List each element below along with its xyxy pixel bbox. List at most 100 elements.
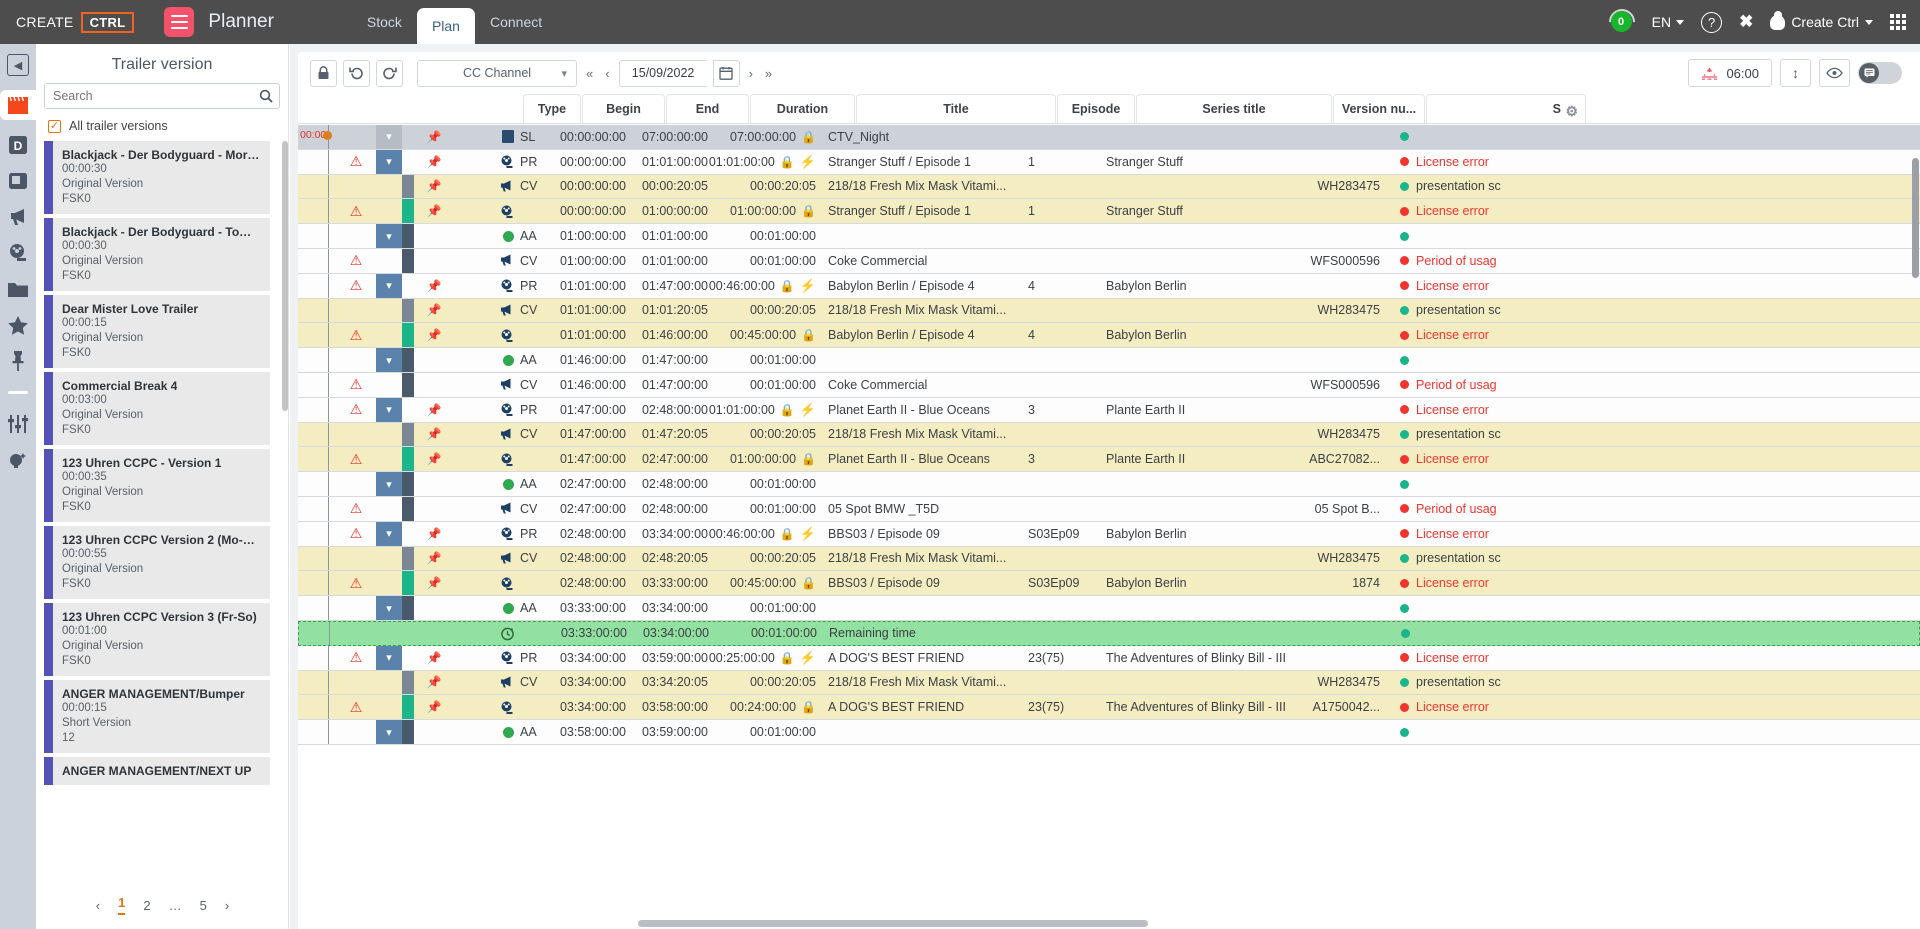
table-body[interactable]: 00:00 ▾ 📌 SL 00:00:00:00 07:00:00:00 07:00:00:… — [298, 125, 1920, 929]
row-warning-icon[interactable]: ⚠ — [336, 323, 376, 347]
channel-select[interactable]: CC Channel ▾ — [417, 59, 577, 87]
trailer-list[interactable]: Blackjack - Der Bodyguard - Morgen 20:15… — [36, 141, 288, 791]
row-expand-toggle[interactable]: ▾ — [376, 397, 402, 422]
table-row[interactable]: ⚠ ▾ 📌 PR 01:01:00:00 01:47:00:00 00:46:00:00 🔒 ⚡… — [298, 273, 1920, 299]
pin-icon[interactable] — [7, 350, 29, 372]
list-item[interactable]: ANGER MANAGEMENT/Bumper 00:00:15 Short Ver… — [44, 680, 270, 753]
table-row[interactable]: ▾ AA 01:46:00:00 01:47:00:00 00:01:00:00 — [298, 348, 1920, 373]
last-page-button[interactable]: » — [762, 66, 775, 81]
column-header-duration[interactable]: Duration — [750, 94, 855, 123]
row-pin-icon[interactable]: 📌 — [414, 646, 454, 670]
row-expand-toggle[interactable]: ▾ — [376, 645, 402, 670]
grid-apps-icon[interactable] — [1890, 14, 1906, 30]
star-icon[interactable] — [7, 314, 29, 336]
list-item[interactable]: 123 Uhren CCPC Version 3 (Fr-So) 00:01:00… — [44, 603, 270, 676]
user-menu[interactable]: Create Ctrl — [1770, 10, 1873, 30]
table-row[interactable]: 📌 CV 01:47:00:00 01:47:20:05 00:00:20:05 218/… — [298, 422, 1920, 448]
comment-toggle[interactable] — [1858, 62, 1902, 84]
document-d-icon[interactable]: D — [7, 134, 29, 156]
row-expand-toggle[interactable]: ▾ — [376, 521, 402, 546]
row-pin-icon[interactable]: 📌 — [414, 695, 454, 719]
row-expand-toggle[interactable]: ▾ — [376, 125, 402, 149]
column-header-series[interactable]: Series title — [1136, 94, 1332, 123]
row-pin-icon[interactable]: 📌 — [414, 175, 454, 199]
bulb-icon[interactable] — [7, 449, 29, 471]
tab-connect[interactable]: Connect — [475, 0, 557, 44]
row-warning-icon[interactable]: ⚠ — [336, 249, 376, 273]
column-header-status[interactable]: S ⚙ — [1426, 94, 1586, 123]
search-box[interactable] — [44, 83, 280, 109]
column-header-version[interactable]: Version nu... — [1333, 94, 1425, 123]
clapperboard-icon[interactable] — [0, 90, 36, 120]
list-item[interactable]: 123 Uhren CCPC - Version 1 00:00:35 Origin… — [44, 449, 270, 522]
tab-plan[interactable]: Plan — [416, 8, 475, 44]
list-item[interactable]: 123 Uhren CCPC Version 2 (Mo-Do) 00:00:55… — [44, 526, 270, 599]
row-warning-icon[interactable]: ⚠ — [336, 199, 376, 223]
row-pin-icon[interactable]: 📌 — [414, 447, 454, 471]
search-icon[interactable] — [253, 84, 279, 108]
menu-hamburger-icon[interactable] — [164, 7, 195, 37]
trailer-list-scrollbar[interactable] — [282, 141, 288, 411]
table-row[interactable]: ▾ AA 01:00:00:00 01:01:00:00 00:01:00:00 — [298, 224, 1920, 249]
pager-next[interactable]: › — [225, 898, 229, 913]
row-expand-toggle[interactable]: ▾ — [376, 720, 402, 744]
row-pin-icon[interactable]: 📌 — [414, 522, 454, 546]
notifications-badge[interactable]: 0 — [1603, 3, 1640, 41]
window-icon[interactable] — [7, 170, 29, 192]
row-expand-toggle[interactable]: ▾ — [376, 348, 402, 372]
row-pin-icon[interactable]: 📌 — [414, 547, 454, 571]
all-trailer-versions-checkbox[interactable]: ✓ All trailer versions — [36, 109, 288, 141]
table-row[interactable]: ⚠ 📌 01:01:00:00 01:46:00:00 00:45:00:00 🔒 Baby… — [298, 323, 1920, 349]
tab-stock[interactable]: Stock — [352, 0, 417, 44]
language-selector[interactable]: EN — [1652, 14, 1685, 30]
list-item[interactable]: Blackjack - Der Bodyguard - Morgen 20:15… — [44, 141, 270, 214]
row-warning-icon[interactable]: ⚠ — [336, 695, 376, 719]
search-input[interactable] — [45, 84, 253, 108]
table-row[interactable]: ⚠ ▾ 📌 PR 01:47:00:00 02:48:00:00 01:01:00:00 🔒 ⚡… — [298, 397, 1920, 423]
film-reel-icon[interactable] — [7, 242, 29, 264]
table-row[interactable]: ▾ AA 03:58:00:00 03:59:00:00 00:01:00:00 — [298, 720, 1920, 745]
table-row[interactable]: ▾ AA 02:47:00:00 02:48:00:00 00:01:00:00 — [298, 472, 1920, 497]
table-row[interactable]: ▾ AA 03:33:00:00 03:34:00:00 00:01:00:00 — [298, 596, 1920, 621]
table-row[interactable]: ⚠ 📌 01:47:00:00 02:47:00:00 01:00:00:00 🔒 Plan… — [298, 447, 1920, 473]
row-warning-icon[interactable]: ⚠ — [336, 398, 376, 422]
row-pin-icon[interactable]: 📌 — [414, 199, 454, 223]
column-header-episode[interactable]: Episode — [1057, 94, 1135, 123]
list-item[interactable]: Blackjack - Der Bodyguard - Tomorrow 2..… — [44, 218, 270, 291]
pager-page-2[interactable]: 2 — [143, 898, 150, 913]
table-row[interactable]: 📌 CV 01:01:00:00 01:01:20:05 00:00:20:05 218/… — [298, 298, 1920, 324]
lock-icon[interactable] — [310, 59, 337, 87]
row-warning-icon[interactable]: ⚠ — [336, 150, 376, 174]
table-row[interactable]: ⚠ 📌 02:48:00:00 03:33:00:00 00:45:00:00 🔒 BBS0… — [298, 571, 1920, 597]
table-row[interactable]: 00:00 ▾ 📌 SL 00:00:00:00 07:00:00:00 07:00:00:… — [298, 125, 1920, 150]
table-row[interactable]: 📌 CV 00:00:00:00 00:00:20:05 00:00:20:05 218/… — [298, 174, 1920, 200]
row-pin-icon[interactable]: 📌 — [414, 423, 454, 447]
redo-icon[interactable] — [376, 59, 403, 87]
table-row[interactable]: ⚠ 📌 00:00:00:00 01:00:00:00 01:00:00:00 🔒 Stra… — [298, 199, 1920, 225]
list-item[interactable]: ANGER MANAGEMENT/NEXT UP — [44, 757, 270, 785]
sliders-icon[interactable] — [7, 413, 29, 435]
row-expand-toggle[interactable]: ▾ — [376, 472, 402, 496]
folder-icon[interactable] — [7, 278, 29, 300]
row-expand-toggle[interactable]: ▾ — [376, 149, 402, 174]
table-row[interactable]: 📌 CV 02:48:00:00 02:48:20:05 00:00:20:05 218/… — [298, 546, 1920, 572]
date-input[interactable]: 15/09/2022 — [618, 59, 707, 87]
row-pin-icon[interactable]: 📌 — [414, 274, 454, 298]
row-warning-icon[interactable]: ⚠ — [336, 522, 376, 546]
table-row[interactable]: ⚠ ▾ 📌 PR 03:34:00:00 03:59:00:00 00:25:00:00 🔒 ⚡… — [298, 645, 1920, 671]
pager-page-1[interactable]: 1 — [118, 895, 126, 915]
row-warning-icon[interactable]: ⚠ — [336, 646, 376, 670]
row-expand-toggle[interactable]: ▾ — [376, 224, 402, 248]
row-expand-toggle[interactable]: ▾ — [376, 596, 402, 620]
pager-prev[interactable]: ‹ — [96, 898, 100, 913]
table-row[interactable]: ⚠ 📌 03:34:00:00 03:58:00:00 00:24:00:00 🔒 A DO… — [298, 695, 1920, 721]
row-warning-icon[interactable]: ⚠ — [336, 497, 376, 521]
megaphone-icon[interactable] — [7, 206, 29, 228]
expand-collapse-icon[interactable]: ↕ — [1780, 59, 1811, 87]
start-time-display[interactable]: 06:00 — [1688, 59, 1772, 87]
row-expand-toggle[interactable]: ▾ — [376, 273, 402, 298]
collapse-panel-icon[interactable]: ◀ — [7, 54, 29, 76]
table-row[interactable]: 📌 CV 03:34:00:00 03:34:20:05 00:00:20:05 218/… — [298, 670, 1920, 696]
table-row[interactable]: ⚠ CV 02:47:00:00 02:48:00:00 00:01:00:00 05 S… — [298, 496, 1920, 522]
eye-icon[interactable] — [1819, 59, 1850, 87]
